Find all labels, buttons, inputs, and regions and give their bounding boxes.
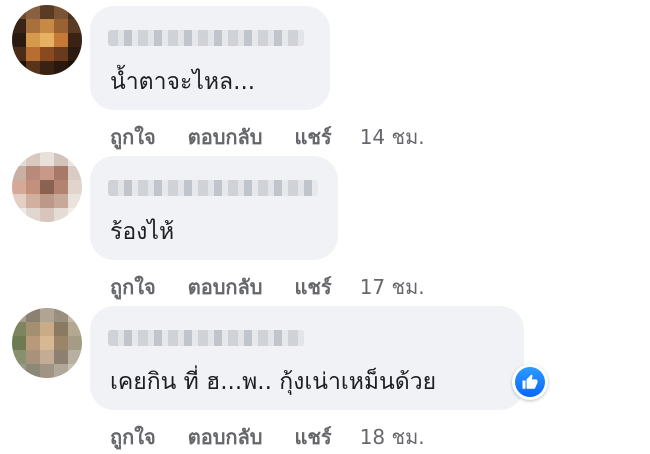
reply-button[interactable]: ตอบกลับ	[188, 121, 263, 153]
comment-actions: ถูกใจ ตอบกลับ แชร์ 18 ชม.	[110, 421, 425, 453]
comment-text: เคยกิน ที่ ฮ...พ.. กุ้งเน่าเหม็นด้วย	[110, 369, 437, 395]
comment-actions: ถูกใจ ตอบกลับ แชร์ 17 ชม.	[110, 271, 425, 303]
share-button[interactable]: แชร์	[294, 271, 331, 303]
comment-text: ร้องไห้	[110, 219, 175, 245]
reply-button[interactable]: ตอบกลับ	[188, 271, 263, 303]
timestamp[interactable]: 18 ชม.	[360, 421, 425, 453]
reply-button[interactable]: ตอบกลับ	[188, 421, 263, 453]
comment-text: น้ำตาจะไหล...	[110, 69, 256, 95]
like-icon	[515, 367, 545, 397]
timestamp[interactable]: 17 ชม.	[360, 271, 425, 303]
comment-bubble: น้ำตาจะไหล...	[90, 6, 330, 110]
timestamp[interactable]: 14 ชม.	[360, 121, 425, 153]
share-button[interactable]: แชร์	[294, 121, 331, 153]
like-button[interactable]: ถูกใจ	[110, 421, 156, 453]
share-button[interactable]: แชร์	[294, 421, 331, 453]
like-button[interactable]: ถูกใจ	[110, 271, 156, 303]
comment-actions: ถูกใจ ตอบกลับ แชร์ 14 ชม.	[110, 121, 425, 153]
avatar[interactable]	[12, 308, 82, 378]
commenter-name[interactable]	[108, 30, 304, 46]
avatar[interactable]	[12, 5, 82, 75]
commenter-name[interactable]	[108, 330, 304, 346]
like-button[interactable]: ถูกใจ	[110, 121, 156, 153]
avatar[interactable]	[12, 152, 82, 222]
like-reaction-badge[interactable]	[512, 364, 548, 400]
comment-bubble: ร้องไห้	[90, 156, 338, 260]
commenter-name[interactable]	[108, 180, 318, 196]
comment-bubble: เคยกิน ที่ ฮ...พ.. กุ้งเน่าเหม็นด้วย	[90, 306, 524, 410]
